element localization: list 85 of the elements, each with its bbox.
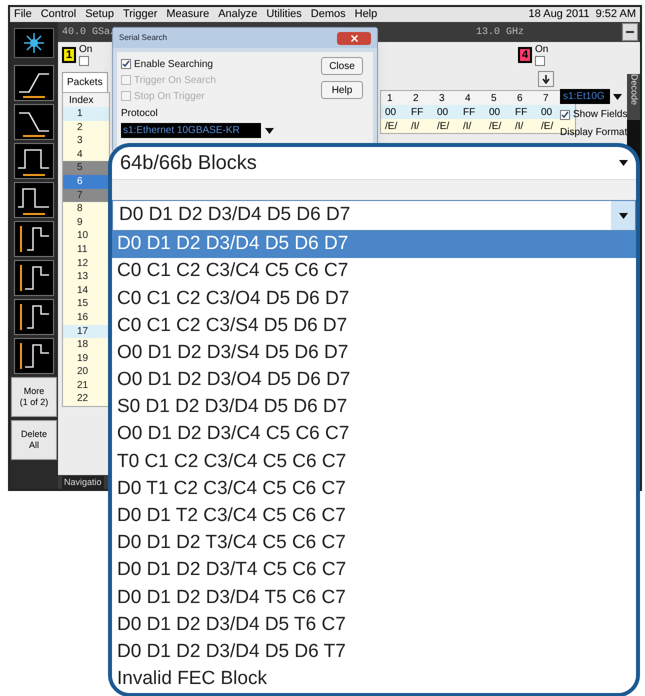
minus-icon [626, 31, 634, 33]
menu-item[interactable]: Measure [166, 6, 210, 23]
dropdown-arrow-icon[interactable] [619, 160, 628, 166]
column-header: 1 [386, 92, 394, 105]
table-cell-text: FF [462, 106, 476, 119]
table-cell-text: FF [514, 106, 528, 119]
channel-number[interactable]: 4 [518, 47, 532, 63]
row-index[interactable]: 5 [63, 161, 109, 175]
pulse-period-icon[interactable] [14, 182, 54, 218]
channel-number[interactable]: 1 [62, 47, 76, 63]
pulse-top-icon[interactable] [14, 299, 54, 335]
fall-edge-icon[interactable] [14, 104, 54, 140]
checkbox[interactable] [79, 56, 89, 66]
dropdown-option[interactable]: D0 D1 D2 D3/D4 D5 D6 D7 [112, 230, 636, 258]
field-label: Display Format [560, 126, 628, 140]
bandwidth: 13.0 GHz [476, 26, 524, 40]
packets-tab[interactable]: Packets [62, 72, 108, 92]
table-cell-text: 00 [384, 106, 398, 119]
table-cell-text: /I/ [514, 120, 524, 133]
rise-edge-icon[interactable] [14, 65, 54, 101]
decode-tab[interactable]: Decode [626, 74, 640, 120]
menu-item[interactable]: Setup [85, 6, 114, 23]
pulse-height-icon[interactable] [14, 221, 54, 257]
navigation-tab[interactable]: Navigatio [62, 476, 104, 489]
row-index[interactable]: 4 [63, 148, 109, 162]
menu-item[interactable]: Analyze [218, 6, 258, 23]
table-cell-text: FF [410, 106, 424, 119]
table-cell-text: /E/ [540, 120, 554, 133]
dialog-button[interactable]: Help [321, 81, 363, 99]
download-button[interactable] [538, 71, 554, 87]
dialog-title: Serial Search [119, 32, 168, 44]
dropdown-arrow-icon[interactable] [613, 94, 622, 100]
table-cell-text: /E/ [488, 120, 502, 133]
protocol-select[interactable]: s1:Ethernet 10GBASE-KR [121, 123, 261, 138]
table-cell-text: /I/ [462, 120, 472, 133]
checkbox[interactable] [560, 110, 570, 120]
checkbox-label: Show Fields [573, 108, 628, 122]
menu-item[interactable]: Control [40, 6, 76, 23]
pulse-width-icon[interactable] [14, 143, 54, 179]
pulse-base-icon[interactable] [14, 260, 54, 296]
menu-item[interactable]: Demos [310, 6, 346, 23]
dropdown-field[interactable]: D0 D1 D2 D3/D4 D5 D6 D7 [112, 200, 636, 231]
field-label: Protocol [121, 107, 159, 121]
column-header: 5 [490, 92, 498, 105]
table-cell-text: 00 [488, 106, 502, 119]
down-arrow-icon [542, 74, 550, 84]
column-header: 2 [412, 92, 420, 105]
checkbox-label: Trigger On Search [134, 74, 216, 88]
more-button[interactable]: More (1 of 2) [11, 377, 57, 417]
channel-label: On [79, 44, 92, 54]
row-index[interactable]: 1 [63, 107, 109, 121]
logo-icon [14, 28, 54, 58]
minimize-button[interactable] [622, 23, 638, 41]
date-time: 18 Aug 2011 9:52 AM [528, 7, 636, 22]
checkbox-label: Stop On Trigger [134, 90, 205, 104]
pulse-threshold-icon[interactable] [14, 338, 54, 374]
close-button[interactable] [337, 32, 371, 44]
checkbox[interactable] [121, 59, 131, 69]
table-cell-text: /E/ [384, 120, 398, 133]
table-cell-text: 00 [436, 106, 450, 119]
column-header: 6 [516, 92, 524, 105]
menu-item[interactable]: Trigger [122, 6, 158, 23]
checkbox[interactable] [535, 56, 545, 66]
delete-all-button[interactable]: Delete All [11, 420, 57, 460]
dialog-button[interactable]: Close [321, 57, 363, 75]
dropdown-arrow-icon[interactable] [265, 128, 274, 134]
table-cell-text: /I/ [410, 120, 420, 133]
section-heading: 64b/66b Blocks [120, 150, 257, 176]
source-select[interactable]: s1:Et10G [560, 89, 610, 104]
dropdown-arrow-icon[interactable] [618, 212, 628, 219]
checkbox-label: Enable Searching [134, 58, 213, 72]
table-cell-text: /E/ [436, 120, 450, 133]
column-header: Index [63, 93, 109, 107]
column-header: 4 [464, 92, 472, 105]
column-header: 7 [542, 92, 550, 105]
table-cell-text: 00 [540, 106, 554, 119]
row-index[interactable]: 7 [63, 188, 109, 202]
column-header: 3 [438, 92, 446, 105]
close-icon [350, 34, 358, 42]
row-index[interactable]: 17 [63, 324, 109, 338]
menu-item[interactable]: Help [354, 6, 378, 23]
menu-item[interactable]: File [14, 6, 32, 23]
channel-label: On [535, 44, 548, 54]
row-index[interactable]: 6 [63, 174, 109, 189]
menu-item[interactable]: Utilities [266, 6, 302, 23]
